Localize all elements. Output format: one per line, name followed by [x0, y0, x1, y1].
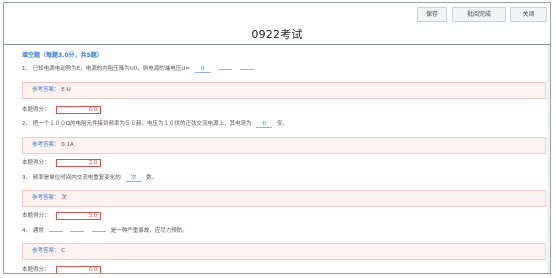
score-row: 本题得分： 0.0	[22, 265, 102, 273]
reference-answer-label: 参考答案：	[32, 248, 60, 254]
score-row: 本题得分： 3.0	[22, 158, 102, 167]
answer-blank[interactable]: 0	[194, 66, 211, 73]
reference-answer: E-U	[61, 87, 71, 93]
answer-blank[interactable]	[70, 231, 85, 232]
question-number: 2、	[22, 121, 31, 127]
score-input[interactable]: 0.0	[56, 105, 102, 114]
question-text: 频率是单位时间内交流电重复变化的	[32, 175, 121, 181]
reference-answer-box: 参考答案： C	[22, 243, 546, 260]
score-input[interactable]: 3.0	[56, 211, 102, 220]
scrollbar[interactable]	[547, 45, 550, 273]
score-row: 本题得分： 0.0	[22, 105, 102, 114]
question-1: 1、 已知电源电动势为E，电源的内阻压降为U0，则电源的端电压U= 0	[22, 64, 257, 73]
question-number: 1、	[22, 66, 31, 72]
close-button[interactable]: 关闭	[510, 7, 547, 22]
score-input[interactable]: 0.0	[56, 265, 102, 273]
question-text: 把一个１００Ω的电阻元件接到频率为５０赫，电压为１０伏的正弦交流电源上，其电流为	[32, 121, 252, 127]
reference-answer-box: 参考答案： 0.1A	[22, 137, 546, 154]
reference-answer-label: 参考答案：	[32, 142, 60, 148]
reference-answer-label: 参考答案：	[32, 195, 60, 201]
question-text-after: 安。	[276, 121, 288, 127]
reference-answer-box: 参考答案： 次	[22, 190, 546, 207]
question-3: 3、 频率是单位时间内交流电重复变化的 次 数。	[22, 173, 157, 182]
title-divider	[4, 44, 550, 45]
reference-answer: 次	[61, 195, 67, 201]
exam-window: 保存 批阅完成 关闭 0922考试 填空题（每题3.0分，共5题） 1、 已知电…	[3, 2, 551, 274]
reference-answer: C	[61, 248, 66, 254]
reference-answer-label: 参考答案：	[32, 87, 60, 93]
question-number: 4、	[22, 228, 31, 234]
answer-blank[interactable]	[218, 69, 233, 70]
score-label: 本题得分：	[22, 160, 50, 166]
reference-answer: 0.1A	[61, 142, 74, 148]
question-text-after: 数。	[146, 175, 158, 181]
score-label: 本题得分：	[22, 267, 50, 273]
question-text-after: 是一种严重事故，应尽力预防。	[110, 228, 188, 234]
batch-review-complete-button[interactable]: 批阅完成	[452, 7, 506, 22]
score-row: 本题得分： 3.0	[22, 211, 102, 220]
answer-blank[interactable]	[48, 231, 63, 232]
page-title: 0922考试	[251, 28, 303, 41]
question-number: 3、	[22, 175, 31, 181]
answer-blank[interactable]	[92, 231, 107, 232]
answer-blank[interactable]: 次	[125, 175, 142, 182]
answer-blank[interactable]	[240, 69, 255, 70]
score-label: 本题得分：	[22, 213, 50, 219]
section-header: 填空题（每题3.0分，共5题）	[22, 52, 103, 59]
reference-answer-box: 参考答案： E-U	[22, 82, 546, 99]
question-text: 已知电源电动势为E，电源的内阻压降为U0，则电源的端电压U=	[32, 66, 190, 72]
score-input[interactable]: 3.0	[56, 158, 102, 167]
save-button[interactable]: 保存	[417, 7, 447, 22]
question-4: 4、 通常 是一种严重事故，应尽力预防。	[22, 226, 188, 234]
question-text: 通常	[32, 228, 44, 234]
score-label: 本题得分：	[22, 107, 50, 113]
question-2: 2、 把一个１００Ω的电阻元件接到频率为５０赫，电压为１０伏的正弦交流电源上，其…	[22, 119, 288, 128]
answer-blank[interactable]: 0	[256, 121, 273, 128]
toolbar: 保存 批阅完成 关闭	[4, 3, 550, 24]
